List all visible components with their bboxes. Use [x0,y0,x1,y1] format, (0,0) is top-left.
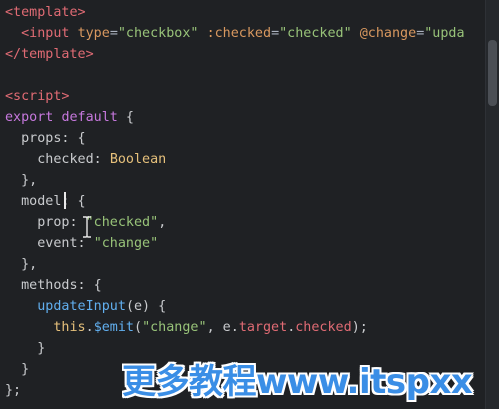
code-token: model: { [5,194,86,209]
code-token: "upda [424,26,465,41]
code-token: export [5,110,54,125]
code-token: "change" [93,236,159,251]
code-line[interactable]: }, [5,170,473,191]
watermark: 更多教程www.itspxx [122,362,473,402]
code-token: } [5,341,46,356]
code-token: </template> [5,47,94,62]
code-token: Boolean [109,152,167,167]
code-token: } [5,362,30,377]
code-token: event: [5,236,94,251]
code-token: (e) { [125,299,167,314]
code-token: }, [5,173,38,188]
code-token: . [85,320,94,335]
vertical-scrollbar[interactable] [486,0,499,409]
code-token: ( [134,320,143,335]
code-line[interactable]: </template> [5,44,473,65]
code-token: }, [5,257,38,272]
code-line[interactable]: this.$emit("change", e.target.checked); [5,317,473,338]
code-line[interactable]: <script> [5,86,473,107]
code-line[interactable]: }, [5,254,473,275]
code-token: prop: [5,215,86,230]
code-line[interactable]: props: { [5,128,473,149]
code-token: }; [5,383,22,398]
code-token: <template> [5,5,86,20]
code-token: "checked" [85,215,159,230]
code-editor[interactable]: <template> <input type="checkbox" :check… [0,0,499,409]
code-token: { [117,110,134,125]
code-token: <script> [5,89,70,104]
code-line[interactable]: prop: "checked", [5,212,473,233]
code-token: "checked" [279,26,352,41]
code-line[interactable] [5,65,473,86]
code-line[interactable]: <input type="checkbox" :checked="checked… [5,23,473,44]
code-token: @change [359,26,417,41]
code-token: "checkbox" [117,26,199,41]
scrollbar-thumb[interactable] [488,40,497,106]
code-token: checked [295,320,352,335]
code-line[interactable]: updateInput(e) { [5,296,473,317]
code-token: , [158,215,167,230]
code-token: "change" [142,320,207,335]
code-line[interactable]: <template> [5,2,473,23]
code-token: = [271,26,280,41]
code-token: type [77,26,110,41]
ibeam-cursor-icon [82,216,92,238]
code-line[interactable]: export default { [5,107,473,128]
code-token: checked: [5,152,110,167]
code-token: ); [351,320,368,335]
code-token: = [109,26,118,41]
code-line[interactable]: model: { [5,191,473,212]
code-token: default [61,110,118,125]
code-token: <input [21,26,70,41]
code-line[interactable]: checked: Boolean [5,149,473,170]
code-line[interactable]: methods: { [5,275,473,296]
code-line[interactable]: } [5,338,473,359]
code-token: $emit [93,320,134,335]
text-cursor [64,192,66,209]
code-line[interactable]: event: "change" [5,233,473,254]
code-token: target [238,320,288,335]
code-token: updateInput [37,299,126,314]
code-token: props: { [5,131,86,146]
code-token: :checked [206,26,272,41]
code-area[interactable]: <template> <input type="checkbox" :check… [5,2,473,401]
code-token: this [53,320,86,335]
code-token: methods: { [5,278,102,293]
code-token: , e. [206,320,239,335]
